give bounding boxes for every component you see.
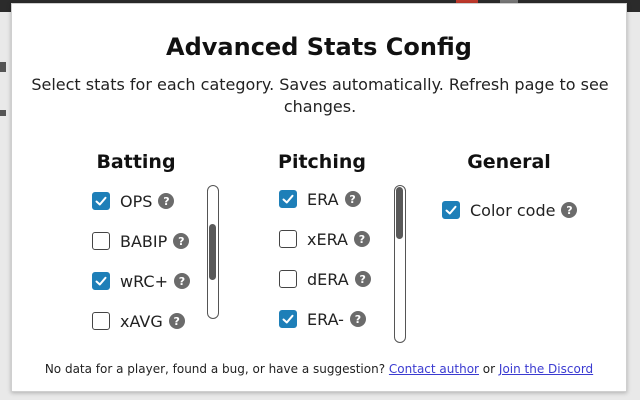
background-fragment	[0, 62, 6, 72]
stat-label: Color code	[470, 200, 556, 220]
stat-label: ERA	[307, 189, 339, 209]
checkbox-unchecked[interactable]	[279, 270, 297, 288]
help-icon[interactable]: ?	[173, 273, 190, 289]
batting-stat-xavg[interactable]: xAVG?	[92, 310, 185, 332]
pitching-stat-dera[interactable]: dERA?	[279, 268, 371, 290]
batting-heading: Batting	[96, 151, 176, 173]
help-icon[interactable]: ?	[354, 271, 371, 287]
pitching-scroll-thumb[interactable]	[396, 187, 403, 239]
background-fragment	[0, 110, 6, 116]
checkbox-checked[interactable]	[442, 201, 460, 219]
stat-label: ERA-	[307, 309, 344, 329]
stat-label: OPS	[120, 191, 153, 211]
batting-stat-ops[interactable]: OPS?	[92, 190, 175, 212]
pitching-stat-era[interactable]: ERA?	[279, 188, 361, 210]
checkbox-unchecked[interactable]	[92, 312, 110, 330]
checkbox-checked[interactable]	[279, 190, 297, 208]
stat-label: wRC+	[120, 271, 168, 291]
stats-config-popup: Advanced Stats Config Select stats for e…	[11, 3, 627, 392]
pitching-heading: Pitching	[278, 151, 366, 173]
general-heading: General	[467, 151, 551, 173]
footer-or-text: or	[482, 362, 496, 376]
batting-stat-babip[interactable]: BABIP?	[92, 230, 190, 252]
batting-stat-wrc[interactable]: wRC+?	[92, 270, 190, 292]
checkbox-unchecked[interactable]	[92, 232, 110, 250]
pitching-stat-era[interactable]: ERA-?	[279, 308, 366, 330]
stat-label: dERA	[307, 269, 349, 289]
help-icon[interactable]: ?	[349, 311, 366, 327]
help-icon[interactable]: ?	[344, 191, 361, 207]
checkbox-checked[interactable]	[92, 192, 110, 210]
help-icon[interactable]: ?	[173, 233, 190, 249]
stat-label: BABIP	[120, 231, 168, 251]
help-icon[interactable]: ?	[354, 231, 370, 247]
contact-author-link[interactable]: Contact author	[389, 362, 479, 376]
batting-scroll-thumb[interactable]	[209, 223, 216, 280]
general-stat-color-code[interactable]: Color code?	[442, 199, 578, 221]
footer-text: No data for a player, found a bug, or ha…	[44, 362, 386, 376]
popup-subtitle: Select stats for each category. Saves au…	[31, 75, 609, 116]
help-icon[interactable]: ?	[168, 313, 185, 329]
help-icon[interactable]: ?	[561, 202, 578, 218]
pitching-stat-xera[interactable]: xERA?	[279, 228, 370, 250]
checkbox-checked[interactable]	[279, 310, 297, 328]
pitching-scrollbar[interactable]	[394, 185, 406, 343]
checkbox-unchecked[interactable]	[279, 230, 297, 248]
popup-title: Advanced Stats Config	[166, 33, 472, 61]
stat-label: xERA	[307, 229, 348, 249]
checkbox-checked[interactable]	[92, 272, 110, 290]
join-discord-link[interactable]: Join the Discord	[499, 362, 593, 376]
batting-scrollbar[interactable]	[207, 185, 219, 319]
help-icon[interactable]: ?	[158, 193, 175, 209]
footer: No data for a player, found a bug, or ha…	[12, 362, 626, 376]
stat-label: xAVG	[120, 311, 163, 331]
